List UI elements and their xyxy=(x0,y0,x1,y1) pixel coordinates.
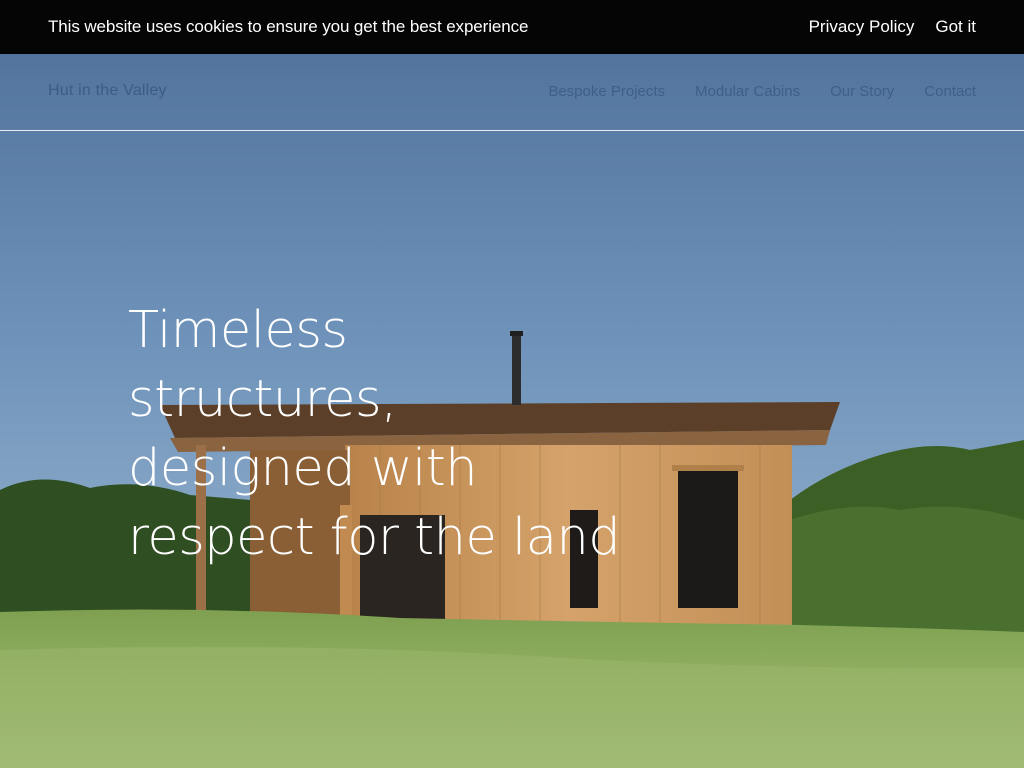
headline-line: respect for the land xyxy=(128,508,621,567)
site-logo[interactable]: Hut in the Valley xyxy=(48,82,167,100)
nav-item-bespoke-projects[interactable]: Bespoke Projects xyxy=(548,83,665,100)
cookie-actions: Privacy Policy Got it xyxy=(809,17,976,37)
nav-item-contact[interactable]: Contact xyxy=(924,83,976,100)
headline-line: structures, xyxy=(128,370,397,429)
headline-line: designed with xyxy=(128,439,478,498)
nav-item-modular-cabins[interactable]: Modular Cabins xyxy=(695,83,800,100)
main-nav: Bespoke Projects Modular Cabins Our Stor… xyxy=(548,83,976,100)
headline-line: Timeless xyxy=(128,301,348,360)
hero-headline: Timeless structures, designed with respe… xyxy=(128,296,688,572)
got-it-button[interactable]: Got it xyxy=(935,17,976,37)
cookie-banner: This website uses cookies to ensure you … xyxy=(0,0,1024,54)
cookie-message: This website uses cookies to ensure you … xyxy=(48,17,529,36)
privacy-policy-link[interactable]: Privacy Policy xyxy=(809,17,915,37)
nav-item-our-story[interactable]: Our Story xyxy=(830,83,894,100)
site-header: Hut in the Valley Bespoke Projects Modul… xyxy=(0,54,1024,131)
